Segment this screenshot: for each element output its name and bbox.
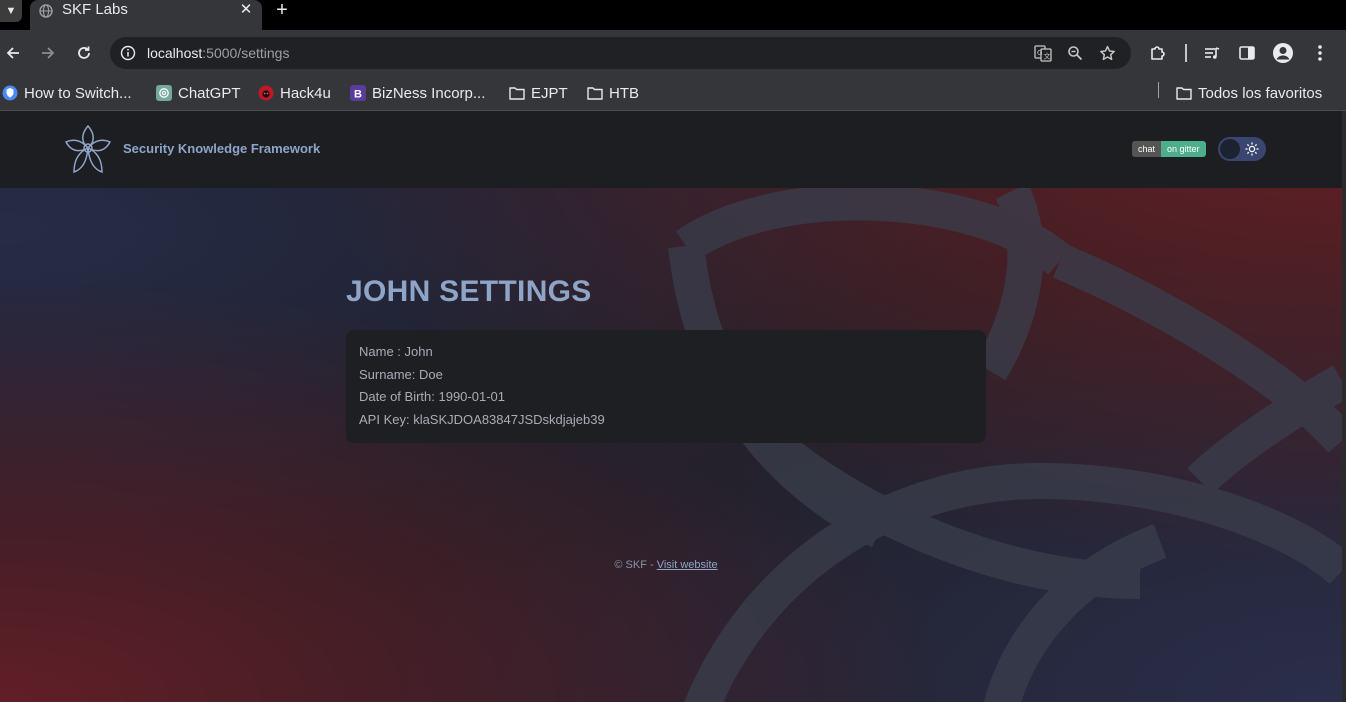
translate-icon[interactable]: G文 xyxy=(1033,43,1053,63)
puzzle-icon xyxy=(1151,46,1165,60)
browser-tab[interactable]: SKF Labs ✕ xyxy=(30,0,262,30)
bookmark-item[interactable]: Hack4u xyxy=(258,81,331,105)
toggle-knob xyxy=(1220,139,1240,159)
side-panel-icon xyxy=(1239,46,1255,60)
reload-button[interactable] xyxy=(71,40,97,66)
chevron-down-icon: ▼ xyxy=(5,5,17,17)
star-icon[interactable] xyxy=(1097,43,1117,63)
bookmark-folder[interactable]: HTB xyxy=(587,81,639,105)
bookmark-label: EJPT xyxy=(531,84,568,102)
folder-icon xyxy=(509,85,525,101)
theme-toggle[interactable] xyxy=(1218,137,1266,161)
gitter-chat-badge[interactable]: chat on gitter xyxy=(1132,141,1206,157)
bookmark-label: Hack4u xyxy=(280,84,331,102)
site-info-icon[interactable] xyxy=(120,45,136,61)
bookmark-item[interactable]: ChatGPT xyxy=(156,81,241,105)
zoom-icon[interactable] xyxy=(1065,43,1085,63)
arrow-right-icon xyxy=(42,47,55,59)
new-tab-button[interactable]: + xyxy=(272,0,292,20)
gitter-badge-label: chat xyxy=(1132,141,1162,157)
gitter-badge-value: on gitter xyxy=(1161,141,1206,157)
field-name: Name : John xyxy=(359,344,433,359)
bookmark-label: Todos los favoritos xyxy=(1198,84,1323,102)
chatgpt-icon xyxy=(156,85,172,101)
url-host: localhost xyxy=(147,45,203,61)
bootstrap-icon: B xyxy=(350,85,366,101)
svg-text:B: B xyxy=(354,89,362,101)
settings-card: Name : John Surname: Doe Date of Birth: … xyxy=(346,330,986,443)
field-date-of-birth: Date of Birth: 1990-01-01 xyxy=(359,389,505,404)
field-surname: Surname: Doe xyxy=(359,367,443,382)
back-button[interactable] xyxy=(0,40,26,66)
bookmark-label: BizNess Incorp... xyxy=(372,84,486,102)
visit-website-link[interactable]: Visit website xyxy=(657,559,718,571)
copyright-text: © SKF - xyxy=(614,559,657,571)
avatar-icon xyxy=(1273,43,1293,63)
shield-icon xyxy=(2,85,18,101)
arrow-left-icon xyxy=(6,47,19,59)
page-title: JOHN SETTINGS xyxy=(346,275,592,308)
folder-icon xyxy=(1176,85,1192,101)
page-scrollbar[interactable] xyxy=(1342,111,1346,702)
brand-title[interactable]: Security Knowledge Framework xyxy=(123,141,320,156)
page-viewport: Security Knowledge Framework chat on git… xyxy=(0,111,1342,702)
media-button[interactable] xyxy=(1199,40,1225,66)
url-path: :5000/settings xyxy=(202,45,290,61)
media-queue-icon xyxy=(1205,47,1220,59)
skf-flower-logo-icon[interactable] xyxy=(64,124,112,176)
close-icon[interactable]: ✕ xyxy=(238,0,254,20)
hack4u-icon xyxy=(258,85,274,101)
bookmark-folder[interactable]: EJPT xyxy=(509,81,568,105)
field-api-key: API Key: klaSKJDOA83847JSDskdjajeb39 xyxy=(359,412,605,427)
bookmark-item[interactable]: B BizNess Incorp... xyxy=(350,81,485,105)
svg-text:G: G xyxy=(1037,49,1042,57)
plus-icon: + xyxy=(276,0,288,21)
profile-button[interactable] xyxy=(1270,40,1296,66)
bookmark-item[interactable]: How to Switch... xyxy=(2,81,132,105)
tab-title: SKF Labs xyxy=(62,1,128,18)
sun-icon xyxy=(1245,142,1259,156)
tab-search-button[interactable]: ▼ xyxy=(0,0,22,22)
bookmark-label: HTB xyxy=(609,84,639,102)
tab-strip: ▼ SKF Labs ✕ + xyxy=(0,0,1346,30)
address-bar[interactable]: localhost:5000/settings G文 xyxy=(110,37,1131,69)
side-panel-button[interactable] xyxy=(1234,40,1260,66)
kebab-menu-icon xyxy=(1318,45,1322,61)
toolbar-divider xyxy=(1185,44,1187,62)
forward-button[interactable] xyxy=(35,40,61,66)
reload-icon xyxy=(78,46,90,59)
all-bookmarks-folder[interactable]: Todos los favoritos xyxy=(1176,81,1322,105)
folder-icon xyxy=(587,85,603,101)
svg-text:文: 文 xyxy=(1044,52,1051,61)
site-footer: © SKF - Visit website xyxy=(0,559,1332,571)
bookmark-label: How to Switch... xyxy=(24,84,132,102)
bookmark-label: ChatGPT xyxy=(178,84,241,102)
url-text: localhost:5000/settings xyxy=(147,44,289,62)
globe-icon xyxy=(39,4,53,18)
site-header: Security Knowledge Framework chat on git… xyxy=(0,111,1342,188)
extensions-button[interactable] xyxy=(1145,40,1171,66)
bookmarks-bar: How to Switch... ChatGPT Hack4u B BizNes… xyxy=(0,76,1346,111)
bookmarks-separator xyxy=(1158,82,1159,98)
menu-button[interactable] xyxy=(1307,40,1333,66)
